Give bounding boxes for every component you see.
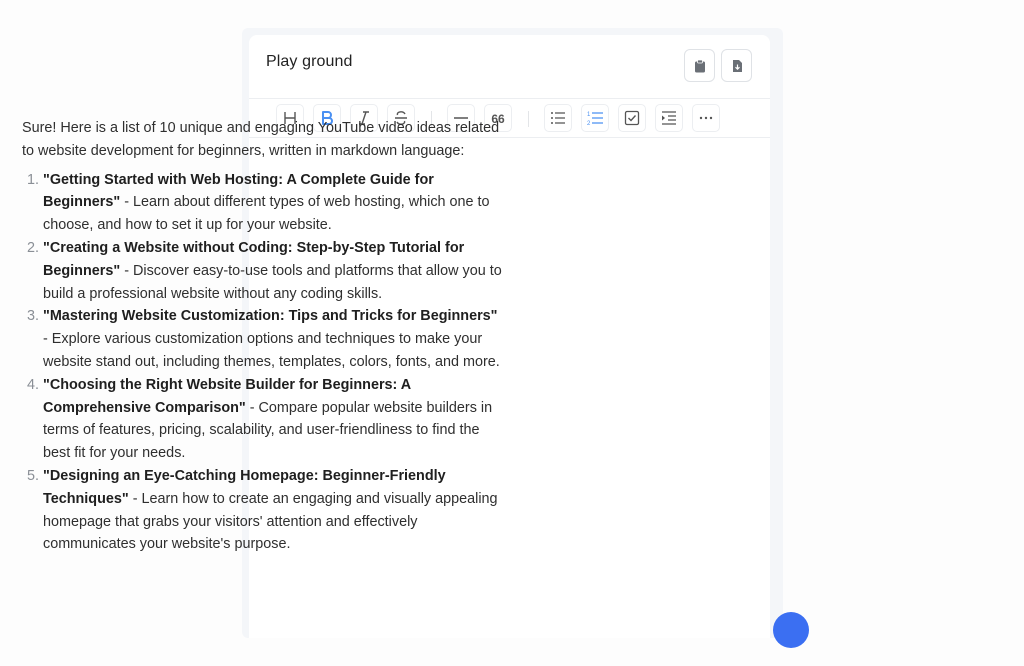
video-ideas-list: "Getting Started with Web Hosting: A Com… bbox=[22, 169, 502, 557]
bullet-list-button[interactable] bbox=[544, 104, 572, 132]
list-item: "Creating a Website without Coding: Step… bbox=[43, 237, 502, 305]
floating-action-button[interactable] bbox=[773, 612, 809, 648]
checkbox-icon bbox=[624, 110, 640, 126]
editor-header: Play ground bbox=[249, 35, 770, 98]
list-item: "Mastering Website Customization: Tips a… bbox=[43, 305, 502, 373]
indent-button[interactable] bbox=[655, 104, 683, 132]
idea-title: "Mastering Website Customization: Tips a… bbox=[43, 308, 498, 325]
svg-text:2: 2 bbox=[587, 121, 591, 127]
page-title: Play ground bbox=[266, 53, 353, 70]
bullet-list-icon bbox=[551, 112, 565, 124]
list-item: "Choosing the Right Website Builder for … bbox=[43, 374, 502, 465]
list-item: "Getting Started with Web Hosting: A Com… bbox=[43, 169, 502, 237]
intro-paragraph: Sure! Here is a list of 10 unique and en… bbox=[22, 120, 500, 159]
toolbar-divider bbox=[528, 111, 529, 127]
editor-content[interactable]: Sure! Here is a list of 10 unique and en… bbox=[22, 117, 502, 556]
download-button[interactable] bbox=[721, 49, 752, 82]
list-item: "Designing an Eye-Catching Homepage: Beg… bbox=[43, 465, 502, 556]
clipboard-icon bbox=[694, 59, 705, 72]
indent-icon bbox=[662, 111, 676, 125]
more-icon bbox=[699, 116, 713, 120]
ordered-list-button[interactable]: 12 bbox=[581, 104, 609, 132]
svg-text:1: 1 bbox=[587, 112, 591, 118]
copy-button[interactable] bbox=[684, 49, 715, 82]
download-file-icon bbox=[732, 59, 742, 72]
more-options-button[interactable] bbox=[692, 104, 720, 132]
task-list-button[interactable] bbox=[618, 104, 646, 132]
ordered-list-icon: 12 bbox=[587, 112, 603, 127]
idea-description: - Explore various customization options … bbox=[43, 331, 500, 370]
